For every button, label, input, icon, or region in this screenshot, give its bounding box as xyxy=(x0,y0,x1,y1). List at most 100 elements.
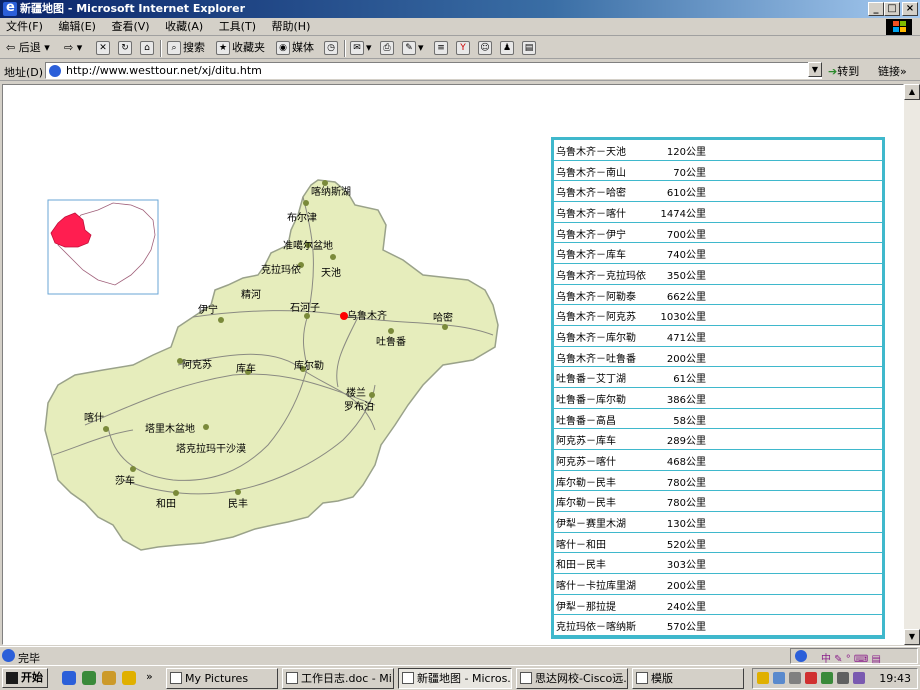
yahoo-button[interactable]: Y xyxy=(456,40,472,56)
route-name: 乌鲁木齐－克拉玛依 xyxy=(556,271,646,282)
refresh-icon: ↻ xyxy=(118,41,132,55)
ie-icon xyxy=(3,0,17,16)
distance-row: 克拉玛依－喀纳斯 570公里 xyxy=(554,615,882,636)
research-button[interactable]: ▤ xyxy=(522,40,538,56)
qq-button[interactable]: ♟ xyxy=(500,40,516,56)
route-name: 和田－民丰 xyxy=(556,560,606,572)
vertical-scrollbar[interactable]: ▲ ▼ xyxy=(904,84,920,645)
search-button[interactable]: ⌕ 搜索 xyxy=(167,40,205,56)
clock[interactable]: 19:43 xyxy=(879,672,911,685)
tray-ime-icon[interactable] xyxy=(853,672,865,684)
route-distance: 120公里 xyxy=(666,147,706,158)
menu-file[interactable]: 文件(F) xyxy=(0,18,49,36)
forward-button[interactable]: ⇨ ▾ xyxy=(64,40,82,56)
route-name: 伊犁－那拉提 xyxy=(556,601,616,613)
go-arrow-icon: ➔ xyxy=(828,65,838,78)
route-name: 乌鲁木齐－伊宁 xyxy=(556,229,626,241)
stop-button[interactable]: ✕ xyxy=(96,40,112,56)
maximize-button[interactable]: □ xyxy=(884,2,900,16)
research-icon: ▤ xyxy=(522,41,536,55)
menu-favorites[interactable]: 收藏(A) xyxy=(159,18,209,36)
tray-update-icon[interactable] xyxy=(821,672,833,684)
task-word-doc[interactable]: 工作日志.doc - Mi... xyxy=(282,668,394,689)
links-more-icon: » xyxy=(900,65,907,78)
ime-icons[interactable]: 中 ✎ ° ⌨ ▤ xyxy=(821,650,881,665)
distance-table: 乌鲁木齐－天池 120公里 乌鲁木齐－南山 70公里 乌鲁木齐－哈密 610公里 乌鲁木齐－… xyxy=(551,137,885,639)
route-distance: 350公里 xyxy=(666,271,706,282)
map-label: 阿克苏 xyxy=(182,360,212,371)
address-url[interactable]: http://www.westtour.net/xj/ditu.htm xyxy=(66,64,262,78)
favorites-button[interactable]: ★ 收藏夹 xyxy=(216,40,265,56)
search-icon: ⌕ xyxy=(167,41,181,55)
folder-icon xyxy=(170,672,182,684)
start-button[interactable]: 开始 xyxy=(2,668,48,688)
messenger-icon: ☺ xyxy=(478,41,492,55)
tray-app-icon[interactable] xyxy=(757,672,769,684)
route-distance: 58公里 xyxy=(673,415,706,427)
title-bar[interactable]: 新疆地图 - Microsoft Internet Explorer xyxy=(0,0,920,18)
route-name: 库尔勒－民丰 xyxy=(556,477,616,489)
history-icon: ◷ xyxy=(324,41,338,55)
route-name: 伊犁－赛里木湖 xyxy=(556,519,626,530)
map-label: 和田 xyxy=(156,499,176,510)
links-button[interactable]: 链接» xyxy=(878,63,907,79)
task-my-pictures[interactable]: My Pictures xyxy=(166,668,278,689)
menu-help[interactable]: 帮助(H) xyxy=(266,18,317,36)
scroll-up-button[interactable]: ▲ xyxy=(904,84,920,100)
map-label: 民丰 xyxy=(228,499,248,510)
distance-row: 喀什－卡拉库里湖 200公里 xyxy=(554,574,882,595)
messenger-button[interactable]: ☺ xyxy=(478,40,494,56)
desktop-quicklaunch-icon[interactable] xyxy=(102,671,116,685)
route-name: 库尔勒－民丰 xyxy=(556,498,616,510)
go-button[interactable]: ➔转到 xyxy=(828,63,859,79)
task-template[interactable]: 模版 xyxy=(632,668,744,689)
forward-arrow-icon: ⇨ xyxy=(64,41,74,54)
back-dropdown-icon[interactable]: ▾ xyxy=(44,41,50,54)
route-name: 喀什－和田 xyxy=(556,539,606,551)
app-quicklaunch-icon[interactable] xyxy=(122,671,136,685)
distance-row: 阿克苏－喀什 468公里 xyxy=(554,450,882,471)
close-button[interactable]: × xyxy=(902,2,918,16)
outlook-quicklaunch-icon[interactable] xyxy=(82,671,96,685)
distance-row: 喀什－和田 520公里 xyxy=(554,533,882,554)
tray-volume-icon[interactable] xyxy=(789,672,801,684)
tray-network-icon[interactable] xyxy=(773,672,785,684)
address-input[interactable]: http://www.westtour.net/xj/ditu.htm xyxy=(45,62,822,79)
route-distance: 1474公里 xyxy=(660,209,706,220)
history-button[interactable]: ◷ xyxy=(324,40,340,56)
tray-security-icon[interactable] xyxy=(805,672,817,684)
minimize-button[interactable]: _ xyxy=(868,2,884,16)
print-button[interactable]: ⎙ xyxy=(380,40,396,56)
mail-button[interactable]: ✉ ▾ xyxy=(350,40,372,56)
route-distance: 700公里 xyxy=(666,229,706,241)
map-label: 伊宁 xyxy=(198,305,218,316)
back-button[interactable]: ⇦ 后退 ▾ xyxy=(6,40,50,56)
distance-row: 乌鲁木齐－库车 740公里 xyxy=(554,243,882,264)
forward-dropdown-icon[interactable]: ▾ xyxy=(77,41,83,54)
refresh-button[interactable]: ↻ xyxy=(118,40,134,56)
address-bar: 地址(D) http://www.westtour.net/xj/ditu.ht… xyxy=(0,60,920,81)
edit-button[interactable]: ✎ ▾ xyxy=(402,40,424,56)
route-distance: 200公里 xyxy=(666,353,706,365)
ie-quicklaunch-icon[interactable] xyxy=(62,671,76,685)
quicklaunch-more-icon[interactable]: » xyxy=(146,670,153,683)
route-distance: 200公里 xyxy=(666,581,706,592)
windows-logo-icon xyxy=(886,19,912,35)
home-button[interactable]: ⌂ xyxy=(140,40,156,56)
menu-edit[interactable]: 编辑(E) xyxy=(52,18,102,36)
map-label: 喀什 xyxy=(84,413,104,424)
discuss-button[interactable]: ≡ xyxy=(434,40,450,56)
page-icon xyxy=(49,65,61,77)
menu-view[interactable]: 查看(V) xyxy=(105,18,155,36)
back-label: 后退 xyxy=(18,41,41,54)
address-dropdown-button[interactable]: ▼ xyxy=(808,62,822,77)
edit-icon: ✎ xyxy=(402,41,416,55)
tray-pen-icon[interactable] xyxy=(837,672,849,684)
task-ie-window[interactable]: 新疆地图 - Micros... xyxy=(398,668,512,689)
map-label: 喀纳斯湖 xyxy=(311,187,351,198)
scroll-down-button[interactable]: ▼ xyxy=(904,629,920,645)
menu-tools[interactable]: 工具(T) xyxy=(213,18,262,36)
task-cisco[interactable]: 思达网校-Cisco远... xyxy=(516,668,628,689)
route-name: 吐鲁番－艾丁湖 xyxy=(556,374,626,386)
media-button[interactable]: ◉ 媒体 xyxy=(276,40,314,56)
